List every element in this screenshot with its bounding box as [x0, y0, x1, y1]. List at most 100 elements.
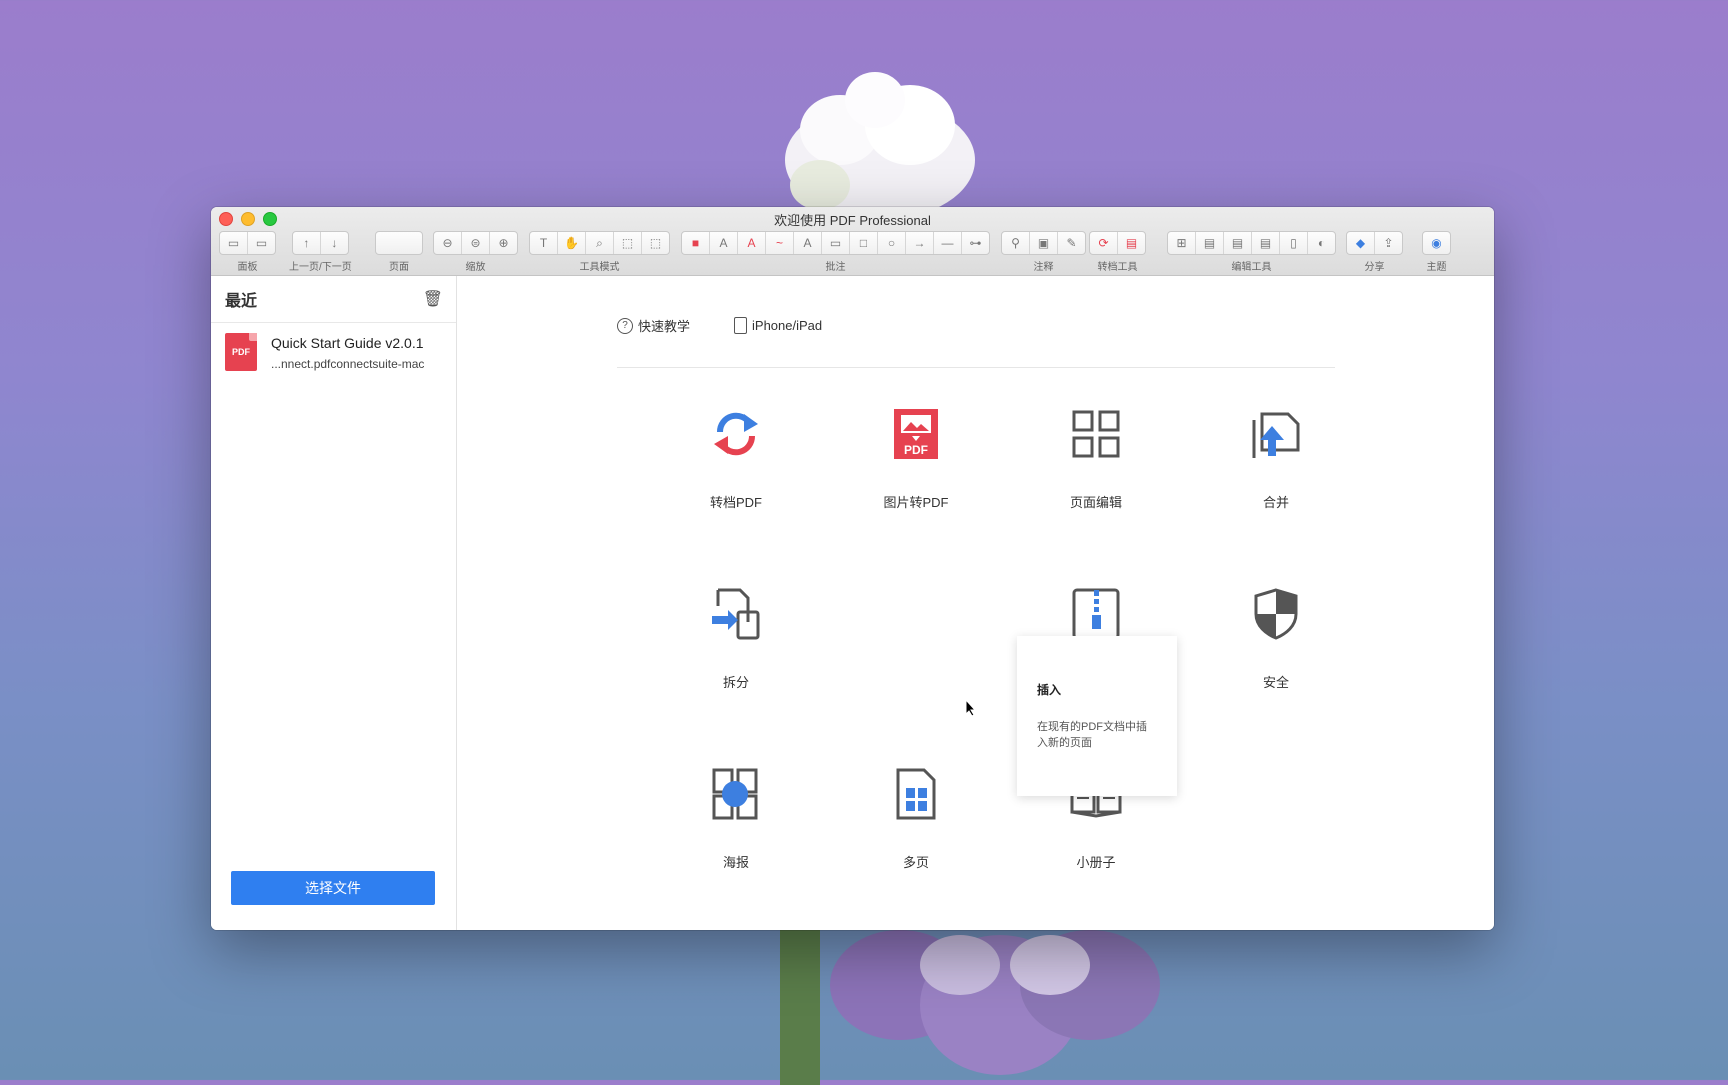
image-to-pdf-icon: PDF — [894, 409, 938, 459]
pdf-export-icon[interactable]: ▤ — [1118, 232, 1145, 254]
recent-file-name: Quick Start Guide v2.0.1 — [271, 335, 424, 351]
signature-icon[interactable]: ✎ — [1058, 232, 1085, 254]
tile-label: 页面编辑 — [1069, 495, 1122, 510]
tile-security[interactable]: 安全 — [1196, 586, 1356, 746]
tooltip-title: 插入 — [1037, 683, 1062, 697]
freehand-icon[interactable]: ~ — [766, 232, 794, 254]
tile-label: 安全 — [1262, 675, 1289, 690]
link-icon[interactable]: ⊶ — [962, 232, 989, 254]
eye-icon[interactable]: ◉ — [1423, 232, 1450, 254]
tile-page-edit[interactable]: 页面编辑 — [1016, 406, 1176, 566]
main-content: ? 快速教学 iPhone/iPad 转档PDF PDF 图片转PDF 页面编辑… — [457, 276, 1494, 930]
page-edit-icon[interactable]: ⊞ — [1168, 232, 1196, 254]
sidebar: 最近 🗑 PDF Quick Start Guide v2.0.1 ...nne… — [211, 276, 457, 930]
toolbar-label-zoom: 缩放 — [465, 262, 486, 273]
pdf-file-icon: PDF — [225, 333, 257, 371]
mouse-cursor-icon — [965, 699, 977, 717]
ocr-tool-icon[interactable]: ⬚ — [642, 232, 669, 254]
zip-icon — [1072, 588, 1120, 640]
toolbar-label-notes: 注释 — [1033, 262, 1054, 273]
line-icon[interactable]: — — [934, 232, 962, 254]
search-tool-icon[interactable]: ⌕ — [586, 232, 614, 254]
underline-icon[interactable]: A — [710, 232, 738, 254]
question-circle-icon: ? — [617, 317, 633, 334]
toolbar-group-page: 页面 — [375, 231, 423, 273]
window-title: 欢迎使用 PDF Professional — [774, 213, 931, 228]
zoom-out-icon[interactable]: ⊖ — [434, 232, 462, 254]
multipage-icon — [896, 768, 936, 820]
tile-convert-pdf[interactable]: 转档PDF — [656, 406, 816, 566]
arrow-icon[interactable]: → — [906, 232, 934, 254]
convert-icon[interactable]: ⟳ — [1090, 232, 1118, 254]
hand-tool-icon[interactable]: ✋ — [558, 232, 586, 254]
svg-text:PDF: PDF — [904, 443, 928, 457]
iphone-ipad-label: iPhone/iPad — [752, 318, 823, 333]
image-icon[interactable]: ▣ — [1030, 232, 1058, 254]
sidebar-title: 最近 — [225, 293, 258, 310]
tile-label: 海报 — [722, 855, 749, 870]
toolbar-label-theme: 主题 — [1426, 262, 1447, 273]
trash-icon[interactable]: 🗑 — [423, 289, 443, 309]
choose-file-button[interactable]: 选择文件 — [231, 871, 435, 905]
ellipse-icon[interactable]: ○ — [878, 232, 906, 254]
highlight-icon[interactable]: ■ — [682, 232, 710, 254]
toolbar-label-annotate: 批注 — [825, 262, 846, 273]
split-icon — [712, 588, 760, 640]
tile-label: 拆分 — [722, 675, 749, 690]
toolbar-label-prevnext: 上一页/下一页 — [289, 262, 352, 273]
tile-poster[interactable]: 海报 — [656, 766, 816, 926]
next-page-icon[interactable]: ↓ — [321, 232, 348, 254]
stamp-icon[interactable]: ⚲ — [1002, 232, 1030, 254]
split-tool-icon[interactable]: ▤ — [1252, 232, 1280, 254]
text-box-icon[interactable]: A — [794, 232, 822, 254]
comment-icon[interactable]: ▭ — [822, 232, 850, 254]
shield-icon — [1254, 588, 1298, 640]
toolbar-group-share: ◆ ⇪ 分享 — [1346, 231, 1403, 273]
toolbar-group-toolmode: T ✋ ⌕ ⬚ ⬚ 工具模式 — [529, 231, 670, 273]
quick-tutorial-link[interactable]: ? 快速教学 — [617, 316, 690, 335]
divider — [617, 367, 1335, 368]
tooltip-description: 在现有的PDF文档中插入新的页面 — [1037, 721, 1147, 749]
panel-left-icon[interactable]: ▭ — [220, 232, 248, 254]
recent-file-path: ...nnect.pdfconnectsuite-mac — [271, 357, 425, 371]
zoom-in-icon[interactable]: ⊕ — [490, 232, 517, 254]
toolbar-label-panel: 面板 — [237, 262, 258, 273]
toolbar-group-panel: ▭ ▭ 面板 — [219, 231, 276, 273]
merge-tool-icon[interactable]: ▤ — [1224, 232, 1252, 254]
toolbar: ▭ ▭ 面板 ↑ ↓ 上一页/下一页 页面 ⊖ ⊜ ⊕ 缩放 T ✋ ⌕ ⬚ ⬚ 工具模式 — [219, 231, 1486, 273]
recent-file-item[interactable]: PDF Quick Start Guide v2.0.1 ...nnect.pd… — [211, 323, 456, 381]
toolbar-group-theme: ◉ 主题 — [1422, 231, 1451, 273]
iphone-ipad-link[interactable]: iPhone/iPad — [734, 316, 822, 335]
top-links: ? 快速教学 iPhone/iPad — [617, 316, 822, 335]
strikethrough-icon[interactable]: A — [738, 232, 766, 254]
page-grid-icon — [1072, 410, 1120, 458]
sidebar-header: 最近 🗑 — [211, 276, 456, 323]
toolbar-group-notes: ⚲ ▣ ✎ 注释 — [1001, 231, 1086, 273]
toolbar-label-edit: 编辑工具 — [1231, 262, 1272, 273]
tile-multipage[interactable]: 多页 — [836, 766, 996, 926]
toolbar-group-convert: ⟳ ▤ 转档工具 — [1089, 231, 1146, 273]
prev-page-icon[interactable]: ↑ — [293, 232, 321, 254]
tile-split[interactable]: 拆分 — [656, 586, 816, 746]
toolbar-label-page: 页面 — [389, 262, 409, 273]
tile-insert-tooltip[interactable]: 插入 在现有的PDF文档中插入新的页面 — [1017, 636, 1177, 796]
dropbox-icon[interactable]: ◆ — [1347, 232, 1375, 254]
tile-image-to-pdf[interactable]: PDF 图片转PDF — [836, 406, 996, 566]
zoom-fit-icon[interactable]: ⊜ — [462, 232, 490, 254]
tile-label: 合并 — [1262, 495, 1289, 510]
merge-icon — [1252, 412, 1300, 458]
flower-bottom-decoration — [780, 925, 1160, 1085]
poster-icon — [712, 768, 758, 820]
share-icon[interactable]: ⇪ — [1375, 232, 1402, 254]
select-tool-icon[interactable]: ⬚ — [614, 232, 642, 254]
text-tool-icon[interactable]: T — [530, 232, 558, 254]
compress-tool-icon[interactable]: ▯ — [1280, 232, 1308, 254]
security-tool-icon[interactable]: ◐ — [1308, 232, 1335, 254]
toolbar-group-prevnext: ↑ ↓ 上一页/下一页 — [289, 231, 352, 273]
tile-merge[interactable]: 合并 — [1196, 406, 1356, 566]
insert-page-icon[interactable]: ▤ — [1196, 232, 1224, 254]
page-number-field[interactable] — [376, 232, 422, 254]
rectangle-icon[interactable]: □ — [850, 232, 878, 254]
panel-right-icon[interactable]: ▭ — [248, 232, 275, 254]
toolbar-group-edit: ⊞ ▤ ▤ ▤ ▯ ◐ 编辑工具 — [1167, 231, 1336, 273]
